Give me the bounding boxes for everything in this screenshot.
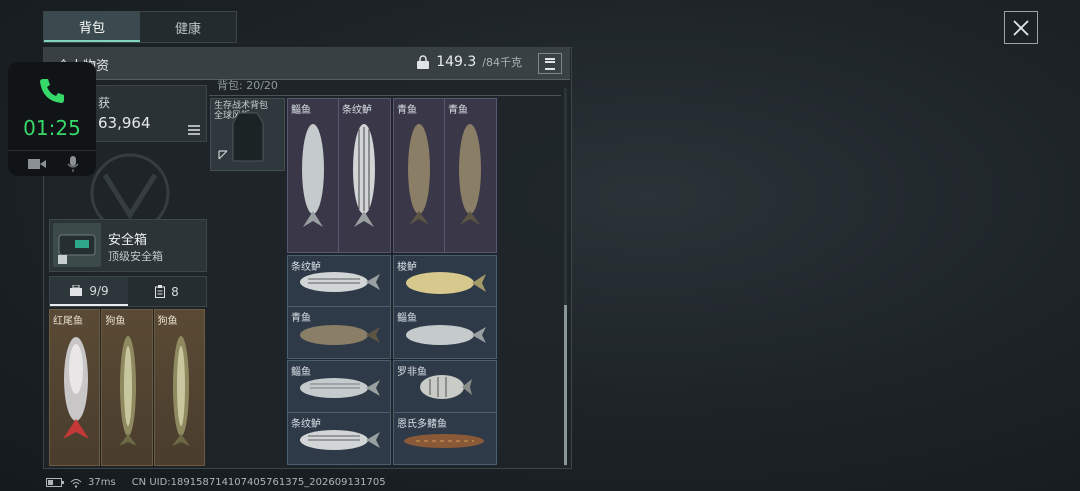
divider <box>8 150 96 151</box>
tab-backpack[interactable]: 背包 <box>44 12 140 42</box>
backpack-slot[interactable]: 生存战术背包 全球风版 <box>210 98 285 171</box>
mullet-fish-icon <box>302 124 324 227</box>
fish-slot[interactable]: 青鱼 <box>394 99 445 252</box>
fish-group-4: 梭鲈 鲻鱼 <box>393 255 497 359</box>
item-name: 梭鲈 <box>397 262 417 273</box>
panel-header: 个人物资 149.3 /84千克 <box>43 47 570 80</box>
item-name: 罗非鱼 <box>397 367 427 378</box>
item-name: 青鱼 <box>291 313 311 324</box>
fish-slot[interactable]: 条纹鲈 <box>339 99 390 252</box>
item-name: 鲻鱼 <box>291 367 311 378</box>
item-name: 条纹鲈 <box>342 105 372 116</box>
safe-slot[interactable]: 狗鱼 <box>153 309 205 466</box>
striped-bass-icon <box>353 124 375 227</box>
weight-icon <box>417 54 430 69</box>
safe-box-grid: 红尾鱼 狗鱼 狗鱼 <box>49 309 205 466</box>
safe-box-icon <box>58 234 96 264</box>
fish-slot[interactable]: 罗非鱼 <box>394 361 496 413</box>
battery-icon <box>46 478 64 487</box>
wifi-icon <box>70 478 82 488</box>
item-name: 青鱼 <box>397 105 417 116</box>
fish-slot[interactable]: 梭鲈 <box>394 256 496 307</box>
pike-fish-icon <box>171 336 190 446</box>
pike-fish-icon <box>119 336 138 446</box>
value-label: 获 <box>98 96 111 110</box>
value-amount: 63,964 <box>98 114 151 132</box>
black-carp-icon <box>408 124 430 225</box>
call-timer: 01:25 <box>23 116 81 140</box>
item-name: 鲻鱼 <box>397 313 417 324</box>
safe-slot[interactable]: 红尾鱼 <box>49 309 101 466</box>
fish-slot[interactable]: 条纹鲈 <box>288 256 390 307</box>
item-count: 8 <box>171 284 179 299</box>
scrollbar-thumb[interactable] <box>564 305 567 465</box>
top-tabs: 背包 健康 <box>43 11 237 43</box>
safe-box-item[interactable]: 安全箱 顶级安全箱 <box>49 219 207 272</box>
phone-icon <box>40 79 64 103</box>
safe-slot[interactable]: 狗鱼 <box>101 309 153 466</box>
list-icon <box>545 57 555 70</box>
safe-box-image <box>53 223 101 267</box>
item-name: 青鱼 <box>448 105 468 116</box>
item-name: 条纹鲈 <box>291 262 321 273</box>
fish-slot[interactable]: 鲻鱼 <box>288 361 390 413</box>
item-name: 恩氏多鳍鱼 <box>397 419 447 430</box>
container-tabs: 9/9 8 <box>49 276 207 307</box>
redtail-fish-icon <box>63 337 89 439</box>
black-carp-icon <box>459 124 481 225</box>
clipboard-icon <box>155 285 166 298</box>
ping-value: 37ms <box>88 477 116 488</box>
fish-slot[interactable]: 青鱼 <box>445 99 496 252</box>
fish-slot[interactable]: 鲻鱼 <box>288 99 339 252</box>
weight-value: 149.3 <box>436 54 477 70</box>
fish-group-1: 鲻鱼 条纹鲈 <box>287 98 391 253</box>
fish-group-5: 鲻鱼 条纹鲈 <box>287 360 391 465</box>
fish-group-2: 青鱼 青鱼 <box>393 98 497 253</box>
safe-box-subtitle: 顶级安全箱 <box>108 250 163 263</box>
fish-group-3: 条纹鲈 青鱼 <box>287 255 391 359</box>
weight-indicator: 149.3 /84千克 <box>416 54 522 70</box>
video-icon[interactable] <box>28 158 46 170</box>
item-name: 鲻鱼 <box>291 105 311 116</box>
microphone-icon[interactable] <box>67 156 79 172</box>
status-bar: 37ms CN UID:18915871410740576137​5_20260… <box>46 477 386 488</box>
list-icon[interactable] <box>188 125 200 135</box>
backpack-icon <box>218 112 264 162</box>
user-uid: CN UID:18915871410740576137​5_2026091317… <box>131 477 386 488</box>
call-widget[interactable]: 01:25 <box>8 62 96 176</box>
tab-health[interactable]: 健康 <box>140 12 236 42</box>
toolbox-icon <box>70 284 83 296</box>
fish-group-6: 罗非鱼 恩氏多鳍鱼 <box>393 360 497 465</box>
list-view-button[interactable] <box>538 53 562 74</box>
close-button[interactable] <box>1004 11 1038 44</box>
fish-slot[interactable]: 恩氏多鳍鱼 <box>394 413 496 464</box>
backpack-header: 背包: 20/20 <box>209 79 561 96</box>
fish-slot[interactable]: 鲻鱼 <box>394 307 496 358</box>
weight-unit: /84千克 <box>482 56 522 69</box>
fish-slot[interactable]: 青鱼 <box>288 307 390 358</box>
backpack-capacity: 背包: 20/20 <box>217 79 278 92</box>
tab-safe-count[interactable]: 9/9 <box>50 277 128 306</box>
safe-box-name: 安全箱 <box>108 233 148 248</box>
fish-slot[interactable]: 条纹鲈 <box>288 413 390 464</box>
close-icon <box>1013 19 1029 36</box>
item-name: 条纹鲈 <box>291 419 321 430</box>
tab-item-count[interactable]: 8 <box>128 277 206 306</box>
safe-count: 9/9 <box>89 283 109 298</box>
